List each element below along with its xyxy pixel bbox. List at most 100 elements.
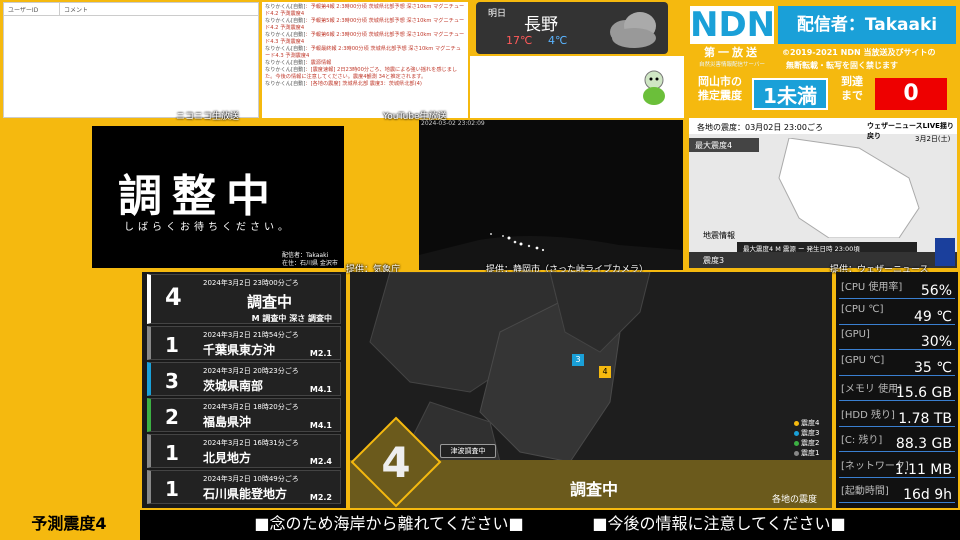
quake-intensity: 4 [165, 283, 182, 311]
quake-place: 北見地方 [203, 451, 252, 465]
quake-magnitude: M 調査中 深さ 調査中 [251, 314, 332, 323]
quake-history-list: 4 2024年3月2日 23時00分ごろ調査中 M 調査中 深さ 調査中 1 2024年… [142, 272, 346, 508]
legend-label: 震度4 [801, 419, 820, 427]
stat-value: 1.11 MB [894, 461, 952, 478]
quake-row[interactable]: 4 2024年3月2日 23時00分ごろ調査中 M 調査中 深さ 調査中 [147, 274, 341, 324]
quake-row[interactable]: 1 2024年3月2日 21時54分ごろ千葉県東方沖 M2.1 [147, 326, 341, 360]
stat-label: [C: 残り] [841, 435, 883, 446]
chat-line: なりかくん[自動]：[各地の震度] 茨城県北部 震度3：茨城県北部(4) [265, 81, 422, 87]
legend-dot-icon [794, 430, 799, 436]
broadcaster-label: 配信者：Takaaki [778, 6, 956, 44]
stat-label: [CPU ℃] [841, 303, 884, 315]
stat-value: 16d 9h [903, 487, 952, 503]
quake-row[interactable]: 1 2024年3月2日 10時49分ごろ 石川県能登地方 M2.2 [147, 470, 341, 504]
quake-time: 2024年3月2日 23時00分ごろ [203, 279, 299, 287]
quake-magnitude: M2.2 [309, 493, 332, 502]
badge-subtitle: 自然災害情報配信サーバー [699, 62, 765, 68]
stat-row: [メモリ 使用] 15.6 GB [839, 378, 955, 401]
quake-time: 2024年3月2日 21時54分ごろ [203, 331, 299, 339]
weather-high: 17℃ [506, 34, 533, 47]
marker-intensity-3[interactable]: 3 [572, 354, 584, 366]
quake-place: 茨城県南部 [203, 379, 264, 393]
mascot-icon [643, 70, 665, 105]
weather-city: 長野 [524, 15, 558, 35]
chat-text: [各地の震度] 茨城県北部 震度3：茨城県北部(4) [310, 81, 422, 87]
weathernews-info: 地震情報 [703, 231, 735, 240]
cloud-icon [610, 12, 656, 48]
legend-item: 震度4 [794, 418, 819, 428]
comment-column[interactable]: コメント [60, 3, 92, 15]
estimated-intensity: 1未満 [752, 78, 828, 110]
quake-time: 2024年3月2日 20時23分ごろ [203, 367, 299, 375]
chat-author: なりかくん[自動] [265, 18, 306, 24]
user-id-column[interactable]: ユーザーID [4, 3, 60, 15]
legend-item: 震度2 [794, 438, 819, 448]
youtube-chat-panel: なりかくん[自動]：予報第4報 2:3時00分頃 茨城県北部予想 深さ10km … [262, 2, 468, 118]
quake-row[interactable]: 1 2024年3月2日 16時31分ごろ北見地方 M2.4 [147, 434, 341, 468]
weathernews-map [778, 138, 920, 238]
live-camera-panel: 2024-03-02 23:02:09 [419, 120, 683, 270]
legend-item: 震度1 [794, 448, 819, 458]
stat-value: 88.3 GB [895, 436, 952, 452]
quake-magnitude: M2.4 [309, 457, 332, 466]
stat-row: [HDD 残り] 1.78 TB [839, 404, 955, 427]
adjusting-location: 在住：石川県 金沢市 [282, 260, 338, 267]
estimate-label-line1: 岡山市の [698, 75, 742, 88]
weather-day-label: 明日 [488, 9, 507, 19]
chat-line: なりかくん[自動]：予報最終報 2:3時00分頃 茨城県北部予想 深さ10km … [265, 46, 461, 59]
estimate-label-line2: 推定震度 [698, 89, 742, 102]
arrival-label-line1: 到達 [841, 75, 863, 88]
stat-label: [GPU ℃] [841, 354, 885, 366]
quake-row[interactable]: 3 2024年3月2日 20時23分ごろ茨城県南部 M4.1 [147, 362, 341, 396]
stat-value: 49 ℃ [914, 308, 952, 325]
stat-row: [ネットワーク] 1.11 MB [839, 455, 955, 478]
center-status: 調査中 [570, 480, 619, 499]
quake-magnitude: M2.1 [309, 349, 332, 358]
chat-line: なりかくん[自動]：震源情報 [265, 60, 332, 66]
tsunami-status: 津波調査中 [440, 444, 496, 458]
stat-row: [GPU ℃] 35 ℃ [839, 353, 955, 376]
quake-row[interactable]: 2 2024年3月2日 18時20分ごろ 福島県沖 M4.1 [147, 398, 341, 432]
quake-place: 福島県沖 [203, 415, 252, 429]
quake-intensity: 1 [165, 441, 179, 465]
system-stats-panel: [CPU 使用率] 56% [CPU ℃] 49 ℃ [GPU] 30% [GPU ℃] 35… [836, 272, 958, 508]
intensity-legend: 震度4 震度3 震度2 震度1 [794, 418, 819, 458]
stat-value: 15.6 GB [895, 385, 952, 401]
adjusting-subtitle: しばらくお待ちください。 [124, 222, 292, 233]
stat-row: [C: 残り] 88.3 GB [839, 429, 955, 452]
stat-value: 35 ℃ [914, 359, 952, 376]
quake-place: 千葉県東方沖 [203, 343, 276, 357]
quake-intensity: 3 [165, 369, 179, 393]
estimate-label: 岡山市の 推定震度 [690, 75, 750, 103]
quake-time: 2024年3月2日 10時49分ごろ [203, 475, 299, 483]
stat-row: [CPU ℃] 49 ℃ [839, 302, 955, 325]
stat-label: [GPU] [841, 329, 870, 340]
arrival-label-line2: まで [841, 89, 863, 102]
legend-label: 震度1 [801, 449, 820, 457]
stat-row: [CPU 使用率] 56% [839, 276, 955, 299]
quake-time: 2024年3月2日 16時31分ごろ [203, 439, 299, 447]
quake-intensity: 1 [165, 477, 179, 501]
legend-dot-icon [794, 420, 799, 426]
badge-title: 第一放送 [704, 46, 760, 59]
weathernews-corner: 震度3 [703, 256, 725, 265]
stat-row: [起動時間] 16d 9h [839, 480, 955, 503]
niconico-caption: ニコニコ生放送 [176, 112, 240, 122]
chat-lines: なりかくん[自動]：予報第4報 2:3時00分頃 茨城県北部予想 深さ10km … [265, 4, 465, 88]
night-lights [419, 233, 683, 270]
adjusting-video-panel: 調整中 しばらくお待ちください。 配信者：Takaaki 在住：石川県 金沢市 [92, 126, 344, 268]
stat-value: 1.78 TB [898, 410, 952, 427]
quake-intensity: 1 [165, 333, 179, 357]
comment-table-header: ユーザーID コメント [4, 3, 258, 16]
big-intensity: 4 [381, 438, 411, 487]
camera-timestamp: 2024-03-02 23:02:09 [421, 120, 485, 127]
stat-label: [起動時間] [841, 486, 889, 497]
quake-magnitude: M4.1 [309, 385, 332, 394]
weather-panel: 明日 長野 17℃ 4℃ [476, 2, 668, 54]
center-quake-map: 3 4 震度4 震度3 震度2 震度1 4 津波調査中 調査中 各地の震度 [350, 272, 832, 508]
chat-author: なりかくん[自動] [265, 32, 306, 38]
marker-intensity-4[interactable]: 4 [599, 366, 611, 378]
copyright-line2: 無断転載・転写を固く禁じます [786, 61, 898, 70]
quake-place: 調査中 [247, 293, 293, 311]
legend-label: 震度3 [801, 429, 820, 437]
